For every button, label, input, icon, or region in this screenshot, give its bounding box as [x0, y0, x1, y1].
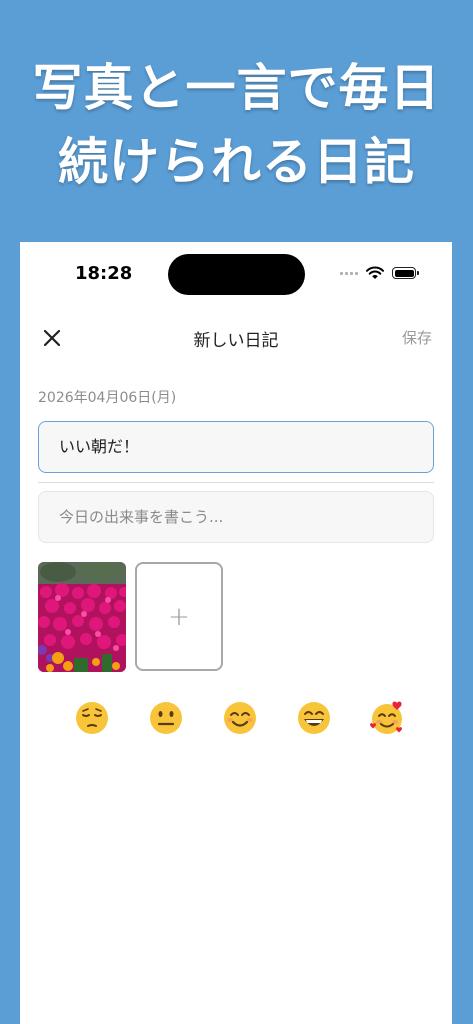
- grinning-face-icon[interactable]: [296, 700, 332, 736]
- wifi-icon: [366, 266, 384, 279]
- page-title: 新しい日記: [193, 331, 279, 351]
- mood-selector: [38, 700, 434, 740]
- body-input[interactable]: 今日の出来事を書こう...: [38, 491, 434, 543]
- promo-headline-line1: 写真と一言で毎日: [32, 59, 441, 117]
- dynamic-island: [168, 254, 305, 295]
- pensive-face-icon[interactable]: [74, 700, 110, 736]
- smiling-face-with-hearts-icon[interactable]: [369, 700, 405, 736]
- status-indicators: [340, 266, 419, 280]
- neutral-face-icon[interactable]: [148, 700, 184, 736]
- promo-header: 写真と一言で毎日 続けられる日記: [0, 0, 473, 230]
- plus-icon: +: [168, 601, 190, 632]
- battery-icon: [392, 267, 419, 279]
- save-button[interactable]: 保存: [402, 327, 432, 348]
- smiling-face-icon[interactable]: [222, 700, 258, 736]
- add-photo-button[interactable]: +: [135, 562, 223, 671]
- entry-date: 2026年04月06日(月): [38, 390, 177, 406]
- status-time: 18:28: [75, 263, 133, 284]
- cellular-signal-icon: [340, 271, 358, 275]
- title-input[interactable]: いい朝だ！: [38, 421, 434, 473]
- photo-thumbnail[interactable]: [38, 562, 126, 672]
- divider: [38, 482, 434, 483]
- phone-screen: 18:28 新しい日記 保存 2026年04月06日(月) いい朝だ！ 今日の出…: [20, 242, 452, 1024]
- promo-headline-line2: 続けられる日記: [58, 133, 415, 191]
